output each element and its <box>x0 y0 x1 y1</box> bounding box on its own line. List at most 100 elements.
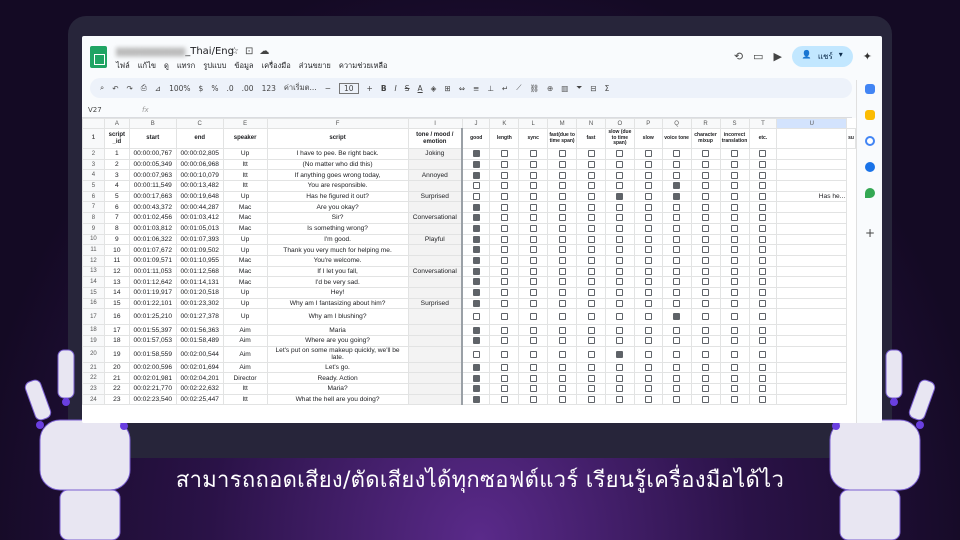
checkbox[interactable] <box>500 374 508 382</box>
checkbox[interactable] <box>759 326 767 334</box>
tone-cell[interactable] <box>407 335 464 347</box>
check-cell[interactable] <box>690 361 721 374</box>
check-cell[interactable] <box>633 222 663 235</box>
tone-cell[interactable]: Joking <box>407 148 464 160</box>
end-cell[interactable]: 00:01:23,302 <box>175 297 224 310</box>
check-cell[interactable] <box>748 286 778 299</box>
checkbox[interactable] <box>587 182 595 190</box>
header-cell[interactable]: start <box>128 128 177 149</box>
checkbox[interactable] <box>673 160 681 168</box>
checkbox[interactable] <box>529 350 537 358</box>
checkbox-checked[interactable] <box>472 326 480 334</box>
check-cell[interactable] <box>576 201 606 214</box>
check-cell[interactable] <box>461 222 491 235</box>
check-cell[interactable] <box>690 286 721 299</box>
check-cell[interactable] <box>748 190 778 203</box>
row-number[interactable]: 16 <box>82 297 105 310</box>
extra-cell[interactable] <box>776 345 848 363</box>
checkbox[interactable] <box>673 289 681 297</box>
check-cell[interactable] <box>633 372 663 385</box>
row-number[interactable]: 20 <box>82 345 105 363</box>
checkbox[interactable] <box>472 182 480 190</box>
checkbox[interactable] <box>616 278 624 286</box>
script-cell[interactable]: Let's put on some makeup quickly, we'll … <box>266 345 409 363</box>
tone-cell[interactable] <box>407 180 464 192</box>
checkbox[interactable] <box>529 214 537 222</box>
start-cell[interactable]: 00:01:09,571 <box>128 254 177 267</box>
start-cell[interactable]: 00:01:02,456 <box>128 212 177 224</box>
checkbox[interactable] <box>731 374 738 382</box>
tone-cell[interactable] <box>407 244 464 256</box>
check-cell[interactable] <box>748 297 778 310</box>
extra-cell[interactable] <box>776 180 848 192</box>
checkbox[interactable] <box>759 374 767 382</box>
script-cell[interactable]: Is something wrong? <box>266 222 409 235</box>
script-id-cell[interactable]: 6 <box>103 201 130 214</box>
row-number[interactable]: 23 <box>82 383 105 395</box>
check-cell[interactable] <box>604 148 635 160</box>
check-cell[interactable] <box>690 308 721 326</box>
checkbox[interactable] <box>731 326 738 334</box>
extra-cell[interactable] <box>776 244 848 256</box>
checkbox[interactable] <box>558 150 566 158</box>
checkbox[interactable] <box>616 337 624 345</box>
checkbox[interactable] <box>558 225 566 233</box>
check-cell[interactable] <box>633 383 663 395</box>
check-cell[interactable] <box>661 393 692 406</box>
row-number[interactable]: 11 <box>82 244 105 256</box>
menu-file[interactable]: ไฟล์ <box>116 60 130 72</box>
check-cell[interactable] <box>604 276 635 288</box>
check-cell[interactable] <box>690 372 721 385</box>
checkbox[interactable] <box>731 246 738 254</box>
checkbox[interactable] <box>500 150 508 158</box>
check-cell[interactable] <box>661 244 692 256</box>
row-number[interactable]: 14 <box>82 276 105 288</box>
script-cell[interactable]: Why am I blushing? <box>266 308 409 326</box>
checkbox[interactable] <box>500 395 508 403</box>
share-button[interactable]: 👤 แชร์ ▾ <box>791 46 853 67</box>
check-cell[interactable] <box>576 190 606 203</box>
script-id-cell[interactable]: 19 <box>103 345 130 363</box>
checkbox[interactable] <box>500 326 508 334</box>
check-cell[interactable] <box>690 180 721 192</box>
check-cell[interactable] <box>661 372 692 385</box>
checkbox[interactable] <box>529 182 537 190</box>
script-cell[interactable]: I'm good. <box>266 233 409 246</box>
checkbox[interactable] <box>731 235 738 243</box>
check-cell[interactable] <box>719 265 750 278</box>
checkbox[interactable] <box>759 182 767 190</box>
row-number[interactable]: 21 <box>82 361 105 374</box>
checkbox[interactable] <box>644 326 652 334</box>
check-cell[interactable] <box>489 233 520 246</box>
font-size-minus[interactable]: − <box>325 84 331 93</box>
checkbox[interactable] <box>500 203 508 211</box>
script-id-cell[interactable]: 23 <box>103 393 130 406</box>
checkbox[interactable] <box>644 299 652 307</box>
checkbox[interactable] <box>529 278 537 286</box>
checkbox[interactable] <box>644 289 652 297</box>
start-cell[interactable]: 00:01:11,053 <box>128 265 177 278</box>
row-number[interactable]: 5 <box>82 180 105 192</box>
check-cell[interactable] <box>604 335 635 347</box>
checkbox[interactable] <box>673 225 681 233</box>
start-cell[interactable]: 00:02:23,540 <box>128 393 177 406</box>
tone-cell[interactable] <box>407 254 464 267</box>
extra-cell[interactable] <box>776 383 848 395</box>
speaker-cell[interactable]: Up <box>222 148 268 160</box>
check-cell[interactable] <box>461 393 491 406</box>
check-cell[interactable] <box>690 148 721 160</box>
check-cell[interactable] <box>576 308 606 326</box>
tone-cell[interactable]: Annoyed <box>407 169 464 182</box>
check-cell[interactable] <box>633 244 663 256</box>
redo-icon[interactable]: ↷ <box>127 84 133 93</box>
speaker-cell[interactable]: Up <box>222 190 268 203</box>
check-cell[interactable] <box>576 222 606 235</box>
speaker-cell[interactable]: Up <box>222 244 268 256</box>
script-cell[interactable]: Sir? <box>266 212 409 224</box>
speaker-cell[interactable]: Up <box>222 233 268 246</box>
check-cell[interactable] <box>576 393 606 406</box>
link-icon[interactable]: ⛓ <box>529 84 539 93</box>
header-cell[interactable]: script _id <box>103 128 130 149</box>
check-cell[interactable] <box>461 201 491 214</box>
check-cell[interactable] <box>489 393 520 406</box>
